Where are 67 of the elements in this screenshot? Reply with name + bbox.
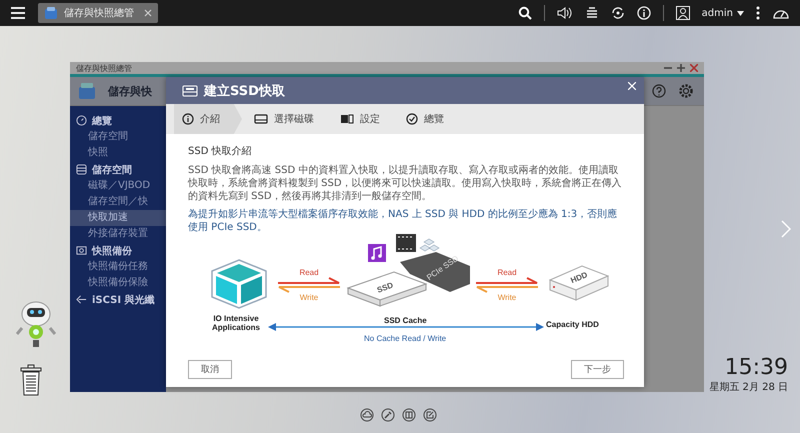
write-label: Write	[300, 293, 318, 302]
diagram-label: IO Intensive Applications	[210, 314, 261, 332]
cancel-button[interactable]: 取消	[188, 360, 232, 379]
sidebar-item[interactable]: 快照備份保險	[70, 275, 166, 291]
app-tab[interactable]: 儲存與快照總管	[38, 3, 158, 23]
settings-icon[interactable]	[678, 83, 694, 99]
sidebar-item[interactable]: 外接儲存裝置	[70, 226, 166, 242]
drive-icon	[182, 84, 198, 96]
sidebar-item[interactable]: 磁碟／VJBOD	[70, 178, 166, 194]
stack-icon[interactable]	[584, 6, 599, 20]
wizard-step[interactable]: 選擇磁碟	[246, 104, 328, 134]
sidebar-item[interactable]: 快照	[70, 145, 166, 161]
book-icon[interactable]	[402, 408, 416, 422]
trash-icon[interactable]	[19, 364, 43, 396]
diagram-label: Capacity HDD	[546, 320, 599, 329]
edit-icon[interactable]	[423, 408, 437, 422]
dialog-title: 建立SSD快取	[204, 82, 285, 100]
description-text: SSD 快取會將高速 SSD 中的資料置入快取，以提升讀取存取、寫入存取或兩者的效能。使用讀取快取時，系統會將資料複製到 SSD，以便將來可以快速讀取。使用寫入快取時，系統會將正在傳入的資料先寫到 SSD，然後再將其排清到一般儲存空間。	[188, 164, 623, 203]
user-icon[interactable]	[676, 6, 690, 20]
cloud-icon[interactable]	[360, 408, 374, 422]
cube-drawing	[210, 258, 268, 310]
sync-icon[interactable]	[610, 6, 625, 20]
read-label: Read	[299, 268, 319, 277]
volume-icon[interactable]	[556, 6, 573, 20]
close-icon[interactable]	[690, 64, 698, 72]
drive-icon	[254, 114, 268, 124]
app-header-title: 儲存與快	[108, 84, 152, 98]
storage-app-icon	[78, 82, 96, 100]
database-icon	[76, 164, 87, 175]
sidebar-group[interactable]: 儲存空間	[70, 161, 166, 178]
sidebar-item[interactable]: 儲存空間／快	[70, 194, 166, 210]
app-tab-title: 儲存與快照總管	[64, 6, 135, 20]
info-icon[interactable]	[636, 6, 651, 20]
window-title: 儲存與快照總管	[76, 62, 132, 74]
wizard-step[interactable]: 總覽	[398, 104, 458, 134]
more-icon[interactable]	[756, 6, 760, 20]
sidebar-item[interactable]: 快取加速	[70, 210, 166, 226]
section-heading: SSD 快取介紹	[188, 144, 253, 158]
panel-icon	[340, 114, 354, 124]
wizard-step[interactable]: 介紹	[174, 104, 242, 134]
check-circle-icon	[406, 113, 418, 125]
read-label: Read	[497, 268, 517, 277]
diagram-label: SSD Cache	[384, 316, 427, 325]
storage-app-icon	[44, 6, 58, 20]
caret-icon	[737, 10, 744, 16]
sidebar-item[interactable]: 快照備份任務	[70, 259, 166, 275]
help-icon[interactable]	[652, 84, 666, 98]
user-menu-button[interactable]: admin	[702, 8, 744, 18]
info-icon	[182, 113, 194, 125]
ssd-cache-drawing: PCIe SSD SSD	[338, 234, 488, 316]
diagram-label: No Cache Read / Write	[364, 334, 446, 343]
clock-date: 星期五 2月 28 日	[709, 380, 788, 394]
note-text: 為提升如影片串流等大型檔案循序存取效能，NAS 上 SSD 與 HDD 的比例至少應為 1:3，否則應使用 PCIe SSD。	[188, 208, 618, 234]
menu-icon[interactable]	[10, 6, 26, 20]
sidebar-group[interactable]: 總覽	[70, 112, 166, 129]
sidebar-group[interactable]: 快照備份	[70, 242, 166, 259]
next-button[interactable]: 下一步	[571, 360, 624, 379]
sidebar-item[interactable]: 儲存空間	[70, 129, 166, 145]
wizard-step[interactable]: 設定	[332, 104, 394, 134]
camera-icon	[76, 245, 87, 256]
search-icon[interactable]	[518, 6, 532, 20]
clock-time: 15:39	[724, 355, 788, 380]
gauge-icon	[76, 115, 87, 126]
minimize-icon[interactable]	[664, 64, 672, 72]
maximize-icon[interactable]	[677, 64, 685, 72]
write-label: Write	[498, 293, 516, 302]
sidebar-group[interactable]: iSCSI 與光纖	[70, 291, 166, 308]
